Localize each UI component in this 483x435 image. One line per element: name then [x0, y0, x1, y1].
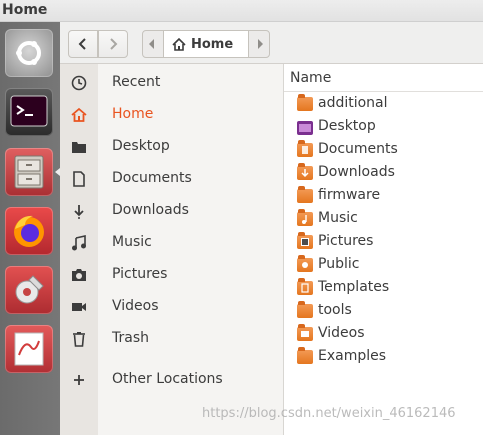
pictures-folder-icon	[297, 232, 313, 249]
name-column-header[interactable]: Name	[284, 64, 483, 92]
video-icon	[71, 299, 87, 315]
file-name: tools	[318, 302, 352, 318]
camera-icon	[71, 267, 87, 283]
file-name: Music	[318, 210, 358, 226]
file-name: additional	[318, 95, 388, 111]
sidebar-item-downloads[interactable]: Downloads	[60, 197, 283, 227]
file-name: Public	[318, 256, 360, 272]
home-icon	[71, 107, 87, 123]
caret-left-icon	[149, 39, 154, 49]
file-item-public[interactable]: Public	[284, 254, 483, 277]
templates-folder-icon	[297, 278, 313, 295]
column-header-label: Name	[290, 70, 332, 86]
sidebar-item-label: Home	[112, 106, 154, 122]
launcher	[0, 22, 60, 435]
sidebar-item-label: Downloads	[112, 202, 189, 218]
file-name: Templates	[318, 279, 390, 295]
chevron-left-icon	[78, 38, 86, 50]
path-segment-home[interactable]: Home	[163, 30, 249, 58]
file-name: Documents	[318, 141, 398, 157]
file-item-additional[interactable]: additional	[284, 93, 483, 116]
file-item-templates[interactable]: Templates	[284, 277, 483, 300]
trash-icon	[71, 331, 87, 347]
videos-folder-icon	[297, 324, 313, 341]
back-button[interactable]	[68, 30, 98, 58]
file-name: Videos	[318, 325, 365, 341]
sidebar-item-desktop[interactable]: Desktop	[60, 133, 283, 163]
terminal-icon[interactable]	[5, 88, 53, 136]
watermark-text: https://blog.csdn.net/weixin_46162146	[202, 406, 456, 421]
music-icon	[71, 235, 87, 251]
download-icon	[71, 203, 87, 219]
public-folder-icon	[297, 255, 313, 272]
document-icon	[71, 171, 87, 187]
file-list-view: Name additional Desktop Documents Downlo…	[284, 64, 483, 435]
documents-folder-icon	[297, 140, 313, 157]
firefox-icon[interactable]	[5, 207, 53, 255]
folder-icon	[297, 94, 313, 111]
sidebar-item-recent[interactable]: Recent	[60, 69, 283, 99]
folder-icon	[297, 347, 313, 364]
file-item-downloads[interactable]: Downloads	[284, 162, 483, 185]
sidebar-item-pictures[interactable]: Pictures	[60, 261, 283, 291]
sidebar-item-label: Videos	[112, 298, 159, 314]
file-item-tools[interactable]: tools	[284, 300, 483, 323]
sidebar-item-label: Pictures	[112, 266, 168, 282]
file-item-desktop[interactable]: Desktop	[284, 116, 483, 139]
caret-right-icon	[258, 39, 263, 49]
window-title: Home	[2, 2, 48, 18]
file-cabinet-icon[interactable]	[5, 148, 53, 196]
sidebar-item-label: Other Locations	[112, 371, 223, 387]
folder-icon	[297, 186, 313, 203]
settings-tools-icon[interactable]	[5, 266, 53, 314]
music-folder-icon	[297, 209, 313, 226]
chevron-right-icon	[110, 38, 118, 50]
file-name: Pictures	[318, 233, 374, 249]
forward-button[interactable]	[98, 30, 128, 58]
path-segment-label: Home	[191, 36, 234, 52]
sidebar-item-label: Desktop	[112, 138, 170, 154]
ubuntu-dash-icon[interactable]	[5, 29, 53, 77]
file-name: Downloads	[318, 164, 395, 180]
file-name: Examples	[318, 348, 387, 364]
file-item-music[interactable]: Music	[284, 208, 483, 231]
path-scroll-left-button[interactable]	[143, 31, 161, 57]
sidebar-item-music[interactable]: Music	[60, 229, 283, 259]
file-name: Desktop	[318, 118, 376, 134]
sidebar-item-videos[interactable]: Videos	[60, 293, 283, 323]
sidebar-item-home[interactable]: Home	[60, 101, 283, 131]
file-item-documents[interactable]: Documents	[284, 139, 483, 162]
top-panel: Home	[0, 0, 483, 22]
header-bar: Home	[60, 22, 483, 64]
file-item-firmware[interactable]: firmware	[284, 185, 483, 208]
downloads-folder-icon	[297, 163, 313, 180]
file-item-videos[interactable]: Videos	[284, 323, 483, 346]
plus-icon	[71, 372, 87, 388]
places-sidebar: Recent Home Desktop Documents Downloads …	[60, 64, 284, 435]
sidebar-item-trash[interactable]: Trash	[60, 325, 283, 355]
folder-icon	[71, 139, 87, 155]
sidebar-item-other-locations[interactable]: Other Locations	[60, 366, 283, 396]
path-bar: Home	[142, 30, 270, 58]
file-name: firmware	[318, 187, 381, 203]
document-viewer-icon[interactable]	[5, 325, 53, 373]
sidebar-item-documents[interactable]: Documents	[60, 165, 283, 195]
sidebar-item-label: Documents	[112, 170, 192, 186]
sidebar-item-label: Trash	[112, 330, 149, 346]
desktop-folder-icon	[297, 120, 313, 135]
file-item-pictures[interactable]: Pictures	[284, 231, 483, 254]
sidebar-item-label: Recent	[112, 74, 161, 90]
path-scroll-right-button[interactable]	[251, 31, 269, 57]
folder-icon	[297, 301, 313, 318]
clock-icon	[71, 75, 87, 91]
home-icon	[172, 37, 186, 51]
sidebar-item-label: Music	[112, 234, 152, 250]
file-item-examples[interactable]: Examples	[284, 346, 483, 369]
